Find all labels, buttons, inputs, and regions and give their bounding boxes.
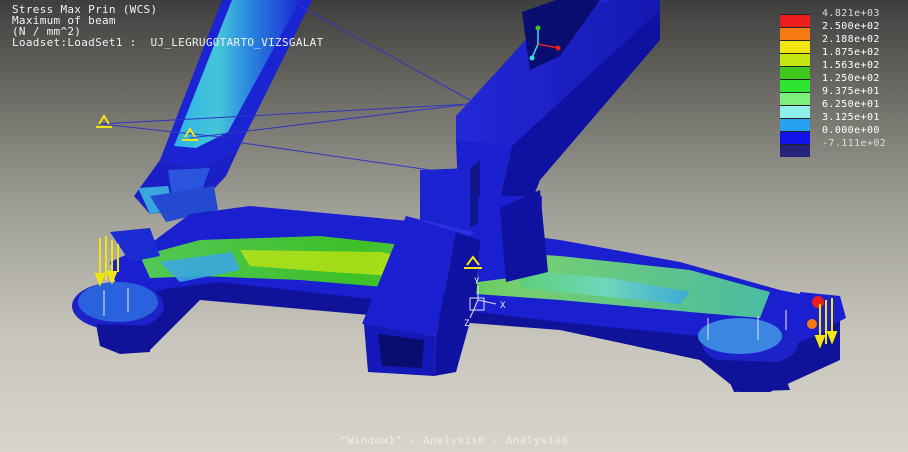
loadset-label: Loadset:LoadSet1 : UJ_LEGRUGOTARTO_VIZSG… <box>12 36 324 49</box>
triad-label-y: Y <box>474 277 480 287</box>
legend-swatch <box>780 131 810 144</box>
force-arrows-right[interactable] <box>814 298 838 349</box>
legend-label: 0.000e+00 <box>822 125 880 136</box>
legend-swatch <box>780 14 810 27</box>
triad-label-z: Z <box>464 319 470 329</box>
legend-swatch <box>780 79 810 92</box>
legend-label: 3.125e+01 <box>822 112 880 123</box>
legend-swatch <box>780 66 810 79</box>
legend-swatch <box>780 118 810 131</box>
legend-label: 1.875e+02 <box>822 47 880 58</box>
model-viewport[interactable]: Y X Z Stress Max Prin (WCS) Maximum of b… <box>0 0 908 452</box>
legend-swatch <box>780 40 810 53</box>
legend-label: 2.188e+02 <box>822 34 880 45</box>
upper-diagonal-beam[interactable] <box>134 0 312 222</box>
legend-swatch <box>780 27 810 40</box>
legend-swatch <box>780 105 810 118</box>
legend-label: 2.500e+02 <box>822 21 880 32</box>
triad-label-x: X <box>500 301 506 311</box>
legend-label: 1.563e+02 <box>822 60 880 71</box>
legend-label: 1.250e+02 <box>822 73 880 84</box>
fem-model-view[interactable]: Y X Z <box>0 0 908 452</box>
legend-label: -7.111e+02 <box>822 138 887 149</box>
legend-swatch <box>780 53 810 66</box>
legend-swatch <box>780 92 810 105</box>
legend-label: 4.821e+03 <box>822 8 880 19</box>
legend-label: 6.250e+01 <box>822 99 880 110</box>
legend-label: 9.375e+01 <box>822 86 880 97</box>
stress-legend[interactable]: 4.821e+03 2.500e+02 2.188e+02 1.875e+02 1.56… <box>780 8 908 157</box>
window-caption: "Window1" - Analysis0 - Analysis0 <box>339 434 569 447</box>
legend-swatch <box>780 144 810 157</box>
